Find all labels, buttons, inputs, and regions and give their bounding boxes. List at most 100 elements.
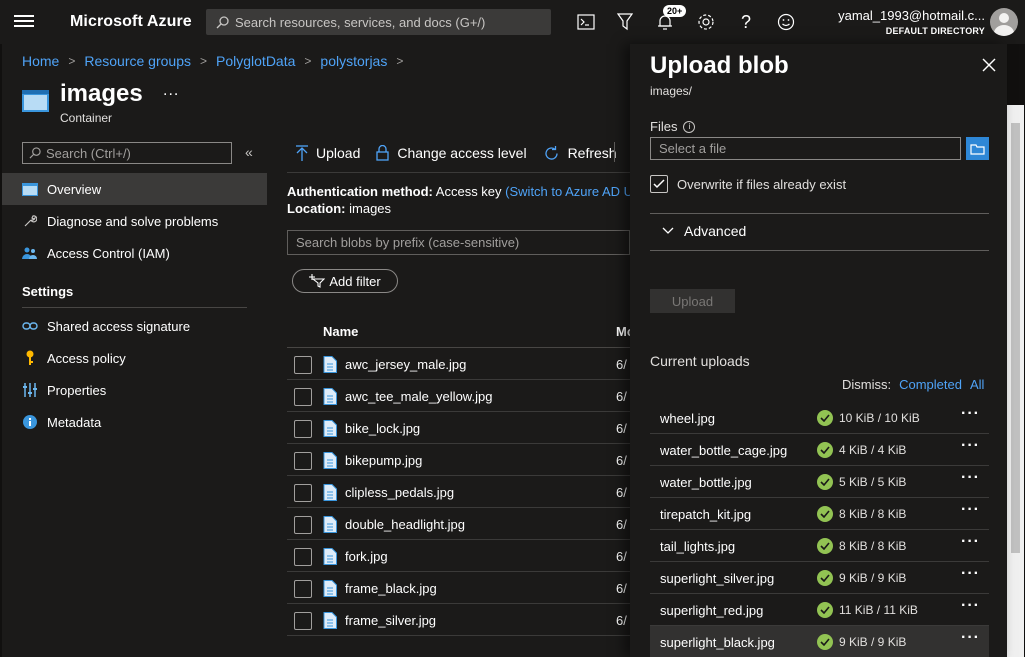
row-checkbox[interactable] (294, 580, 312, 598)
breadcrumb-resource-groups[interactable]: Resource groups (84, 53, 191, 69)
file-select-input[interactable]: Select a file (650, 137, 961, 160)
more-actions-button[interactable]: ··· (961, 469, 980, 487)
global-search-input[interactable]: Search resources, services, and docs (G+… (206, 9, 551, 35)
sidebar-item-access-policy[interactable]: Access policy (2, 342, 267, 374)
sidebar-item-diagnose[interactable]: Diagnose and solve problems (2, 205, 267, 237)
feedback-smiley-icon[interactable] (774, 10, 798, 34)
browse-files-button[interactable] (966, 137, 989, 160)
blob-modified: 6/ (616, 549, 627, 564)
cloud-shell-icon[interactable] (574, 10, 598, 34)
table-row[interactable]: bike_lock.jpg 6/ (287, 412, 630, 444)
collapse-sidebar-button[interactable]: « (245, 144, 253, 160)
refresh-button[interactable]: Refresh (543, 145, 617, 162)
add-filter-label: Add filter (329, 273, 381, 289)
close-icon[interactable] (982, 58, 996, 72)
row-checkbox[interactable] (294, 356, 312, 374)
container-icon (22, 90, 49, 112)
column-header-name[interactable]: Name (323, 324, 358, 339)
table-row[interactable]: clipless_pedals.jpg 6/ (287, 476, 630, 508)
notifications-icon[interactable]: 20+ (653, 5, 687, 34)
dismiss-all-link[interactable]: All (970, 377, 984, 392)
sidebar-item-metadata[interactable]: Metadata (2, 406, 267, 438)
more-actions-button[interactable]: ··· (961, 501, 980, 519)
sidebar-item-iam[interactable]: Access Control (IAM) (2, 237, 267, 269)
more-actions-button[interactable]: ··· (961, 597, 980, 615)
dismiss-label: Dismiss: (842, 377, 892, 392)
page-scrollbar[interactable] (1007, 105, 1024, 657)
scrollbar-thumb[interactable] (1011, 123, 1020, 553)
table-row[interactable]: awc_tee_male_yellow.jpg 6/ (287, 380, 630, 412)
upload-row[interactable]: tirepatch_kit.jpg 8 KiB / 8 KiB ··· (650, 498, 989, 530)
switch-auth-link[interactable]: (Switch to Azure AD U (505, 184, 633, 199)
row-checkbox[interactable] (294, 420, 312, 438)
more-actions-button[interactable]: ··· (961, 437, 980, 455)
upload-row[interactable]: superlight_red.jpg 11 KiB / 11 KiB ··· (650, 594, 989, 626)
files-label: Files (650, 119, 678, 134)
upload-row[interactable]: water_bottle.jpg 5 KiB / 5 KiB ··· (650, 466, 989, 498)
settings-gear-icon[interactable] (694, 10, 718, 34)
blob-name[interactable]: awc_jersey_male.jpg (345, 357, 466, 372)
overwrite-checkbox-row[interactable]: Overwrite if files already exist (650, 175, 846, 193)
more-actions-button[interactable]: ... (163, 82, 179, 100)
upload-row[interactable]: superlight_black.jpg 9 KiB / 9 KiB ··· (650, 626, 989, 657)
page-title: images (60, 80, 143, 107)
table-row[interactable]: fork.jpg 6/ (287, 540, 630, 572)
blob-name[interactable]: clipless_pedals.jpg (345, 485, 454, 500)
row-checkbox[interactable] (294, 484, 312, 502)
sidebar-item-properties[interactable]: Properties (2, 374, 267, 406)
blob-search-input[interactable]: Search blobs by prefix (case-sensitive) (287, 230, 630, 255)
row-checkbox[interactable] (294, 612, 312, 630)
table-row[interactable]: frame_silver.jpg 6/ (287, 604, 630, 636)
account-info[interactable]: yamal_1993@hotmail.c... DEFAULT DIRECTOR… (838, 8, 985, 36)
sidebar-search-input[interactable]: Search (Ctrl+/) (22, 142, 232, 164)
more-actions-button[interactable]: ··· (961, 565, 980, 583)
overwrite-checkbox[interactable] (650, 175, 668, 193)
row-checkbox[interactable] (294, 452, 312, 470)
upload-row[interactable]: wheel.jpg 10 KiB / 10 KiB ··· (650, 402, 989, 434)
more-actions-button[interactable]: ··· (961, 533, 980, 551)
sidebar-item-shared-access-signature[interactable]: Shared access signature (2, 310, 267, 342)
brand-title[interactable]: Microsoft Azure (70, 13, 192, 31)
menu-icon[interactable] (14, 12, 34, 32)
more-actions-button[interactable]: ··· (961, 405, 980, 423)
advanced-section-toggle[interactable]: Advanced (662, 223, 746, 239)
sidebar-item-label: Access Control (IAM) (47, 245, 170, 261)
folder-icon (970, 143, 985, 155)
checkmark-icon (653, 179, 665, 189)
upload-row[interactable]: superlight_silver.jpg 9 KiB / 9 KiB ··· (650, 562, 989, 594)
table-row[interactable]: frame_black.jpg 6/ (287, 572, 630, 604)
table-row[interactable]: awc_jersey_male.jpg 6/ (287, 348, 630, 380)
add-filter-button[interactable]: Add filter (292, 269, 398, 293)
blob-name[interactable]: double_headlight.jpg (345, 517, 465, 532)
upload-submit-button[interactable]: Upload (650, 289, 735, 313)
upload-row[interactable]: tail_lights.jpg 8 KiB / 8 KiB ··· (650, 530, 989, 562)
breadcrumb-home[interactable]: Home (22, 53, 59, 69)
row-checkbox[interactable] (294, 548, 312, 566)
current-uploads-heading: Current uploads (650, 353, 750, 369)
breadcrumb-polystorjas[interactable]: polystorjas (320, 53, 387, 69)
blob-name[interactable]: awc_tee_male_yellow.jpg (345, 389, 492, 404)
row-checkbox[interactable] (294, 388, 312, 406)
upload-button[interactable]: Upload (296, 145, 360, 161)
more-actions-button[interactable]: ··· (961, 629, 980, 647)
blob-name[interactable]: frame_black.jpg (345, 581, 437, 596)
blob-name[interactable]: bikepump.jpg (345, 453, 422, 468)
dismiss-completed-link[interactable]: Completed (899, 377, 962, 392)
table-row[interactable]: bikepump.jpg 6/ (287, 444, 630, 476)
info-icon[interactable]: i (683, 120, 696, 133)
upload-file-name: water_bottle_cage.jpg (660, 443, 788, 458)
row-checkbox[interactable] (294, 516, 312, 534)
table-row[interactable]: double_headlight.jpg 6/ (287, 508, 630, 540)
sidebar-item-overview[interactable]: Overview (2, 173, 267, 205)
breadcrumb-polyglotdata[interactable]: PolyglotData (216, 53, 295, 69)
change-access-level-button[interactable]: Change access level (376, 145, 527, 161)
blob-name[interactable]: fork.jpg (345, 549, 388, 564)
sidebar-item-label: Overview (47, 181, 102, 197)
avatar[interactable] (990, 8, 1018, 36)
blob-name[interactable]: frame_silver.jpg (345, 613, 436, 628)
upload-row[interactable]: water_bottle_cage.jpg 4 KiB / 4 KiB ··· (650, 434, 989, 466)
blob-name[interactable]: bike_lock.jpg (345, 421, 420, 436)
help-icon[interactable]: ? (734, 10, 758, 34)
blob-modified: 6/ (616, 421, 627, 436)
directory-filter-icon[interactable] (613, 10, 637, 34)
